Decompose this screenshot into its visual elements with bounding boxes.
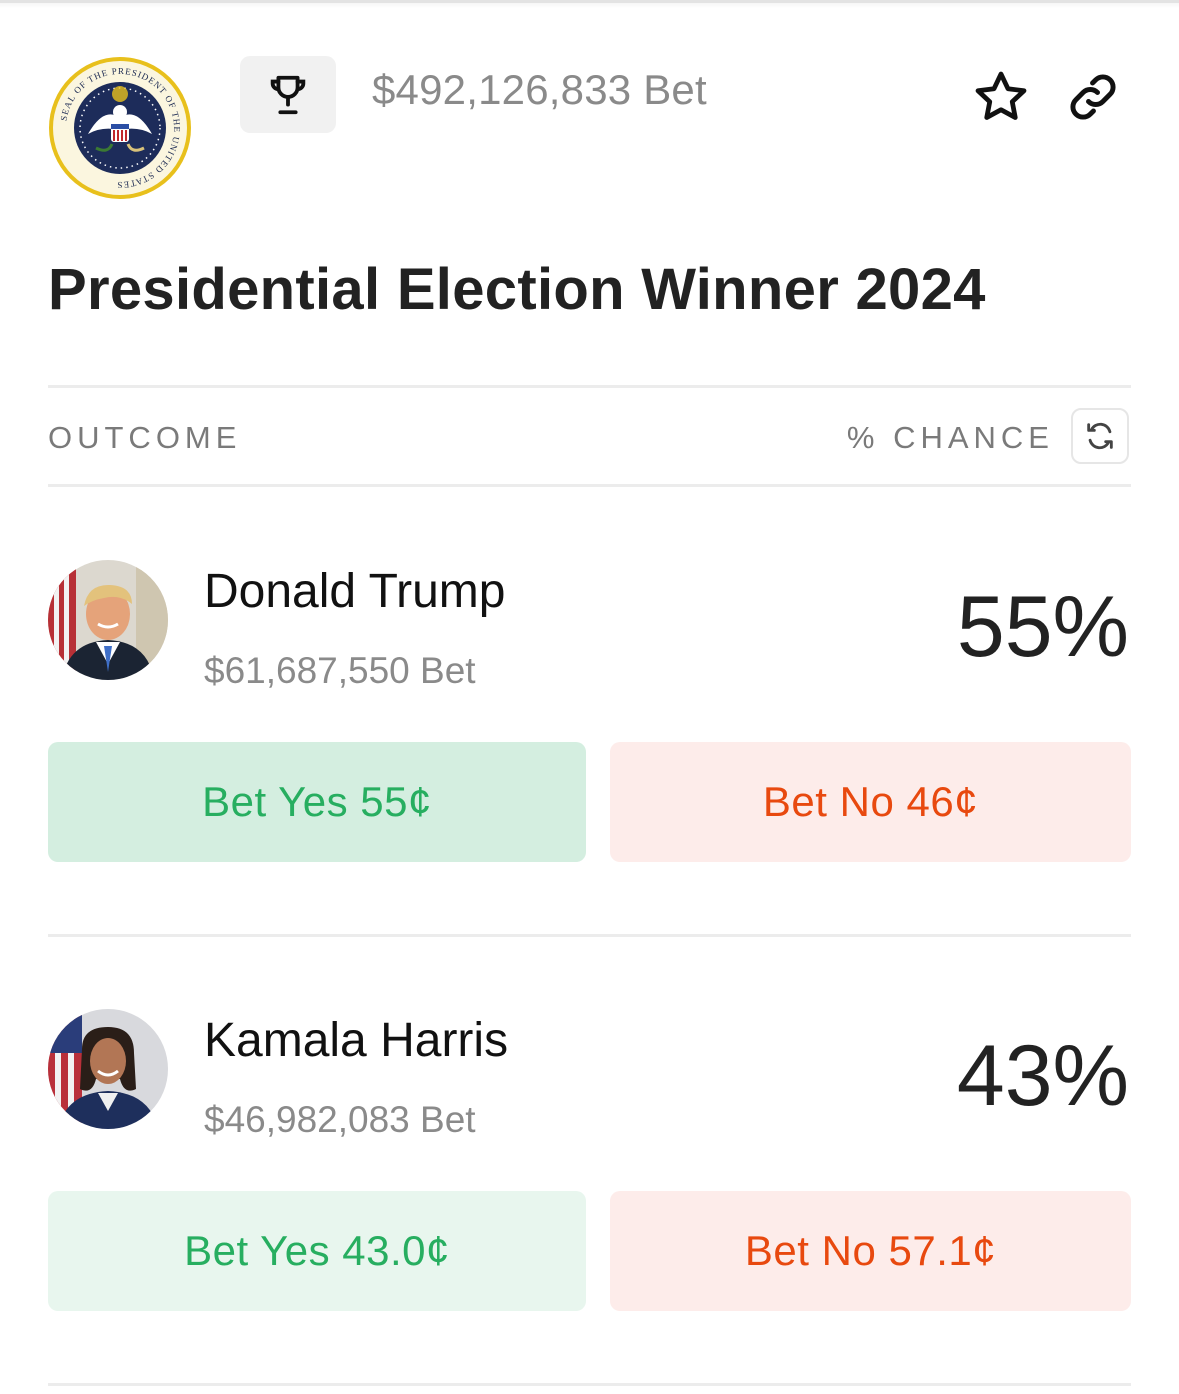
link-icon <box>1070 74 1116 120</box>
refresh-button[interactable] <box>1071 408 1129 464</box>
presidential-seal-icon: SEAL OF THE PRESIDENT OF THE UNITED STAT… <box>49 57 191 199</box>
favorite-button[interactable] <box>970 66 1032 128</box>
avatar <box>48 1009 168 1129</box>
chance-column-header: % CHANCE <box>846 420 1054 455</box>
divider <box>48 484 1131 487</box>
outcome-column-header: OUTCOME <box>48 420 242 455</box>
star-icon <box>975 71 1027 120</box>
candidate-name: Donald Trump <box>204 565 506 618</box>
refresh-icon <box>1087 422 1113 450</box>
bet-no-button[interactable]: Bet No 46¢ <box>610 742 1131 862</box>
avatar <box>48 560 168 680</box>
candidate-bet-amount: $46,982,083 Bet <box>204 1099 476 1140</box>
bet-yes-button[interactable]: Bet Yes 43.0¢ <box>48 1191 586 1311</box>
candidate-chance: 43% <box>956 1028 1129 1124</box>
trophy-button[interactable] <box>240 56 336 133</box>
candidate-photo <box>48 1009 168 1129</box>
top-divider <box>0 0 1179 8</box>
candidate-chance: 55% <box>956 579 1129 675</box>
divider <box>48 1383 1131 1386</box>
share-link-button[interactable] <box>1062 66 1124 128</box>
divider <box>48 385 1131 388</box>
candidate-name: Kamala Harris <box>204 1014 509 1067</box>
divider <box>48 934 1131 937</box>
candidate-photo <box>48 560 168 680</box>
bet-yes-button[interactable]: Bet Yes 55¢ <box>48 742 586 862</box>
total-bet-amount: $492,126,833 Bet <box>372 66 707 113</box>
bet-no-button[interactable]: Bet No 57.1¢ <box>610 1191 1131 1311</box>
page-title: Presidential Election Winner 2024 <box>48 257 986 322</box>
candidate-bet-amount: $61,687,550 Bet <box>204 650 476 691</box>
trophy-icon <box>270 75 306 114</box>
